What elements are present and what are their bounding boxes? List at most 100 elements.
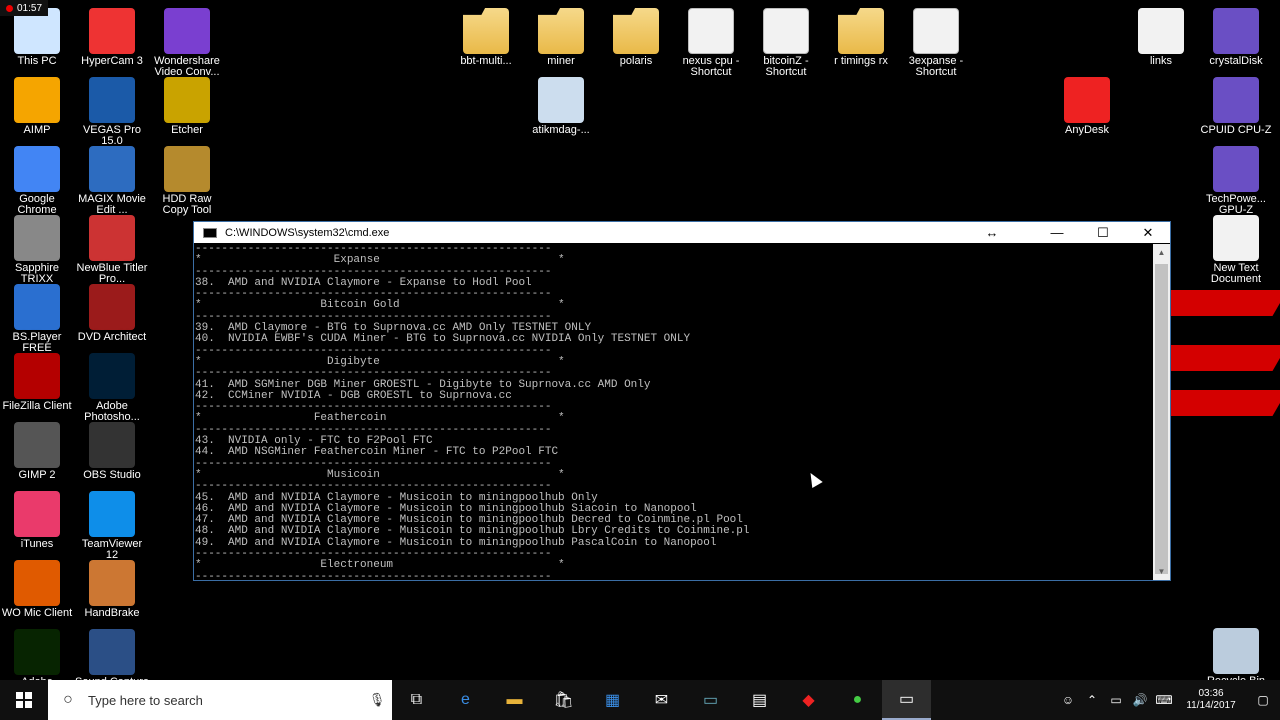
file-explorer-icon[interactable]: ▬ <box>490 680 539 720</box>
desktop-shortcut-label: bbt-multi... <box>460 55 512 67</box>
scroll-thumb[interactable] <box>1155 264 1168 574</box>
desktop-shortcut[interactable]: MAGIX Movie Edit ... <box>75 146 149 216</box>
desktop-shortcut[interactable]: crystalDisk <box>1199 8 1273 67</box>
text-file-icon <box>1213 215 1259 261</box>
desktop-shortcut-label: crystalDisk <box>1209 55 1263 67</box>
desktop-shortcut[interactable]: HyperCam 3 <box>75 8 149 67</box>
notifications-icon[interactable]: ▢ <box>1246 693 1280 707</box>
desktop-shortcut-label: HDD Raw Copy Tool <box>162 193 212 216</box>
minimize-button[interactable]: — <box>1034 222 1080 243</box>
desktop-shortcut[interactable]: bbt-multi... <box>449 8 523 67</box>
scroll-down-icon[interactable]: ▼ <box>1153 563 1170 580</box>
desktop-shortcut[interactable]: links <box>1124 8 1198 67</box>
desktop-shortcut[interactable]: nexus cpu - Shortcut <box>674 8 748 78</box>
keyboard-icon[interactable]: ⌨ <box>1152 693 1176 707</box>
calculator-icon[interactable]: ▤ <box>735 680 784 720</box>
mail-icon[interactable]: ✉ <box>637 680 686 720</box>
desktop-shortcut[interactable]: CPUID CPU-Z <box>1199 77 1273 136</box>
desktop-shortcut[interactable]: Google Chrome <box>0 146 74 216</box>
console-section-header: * Expanse * <box>195 254 565 267</box>
console-output[interactable]: ----------------------------------------… <box>194 244 1153 580</box>
desktop-shortcut-label: AIMP <box>23 124 51 136</box>
desktop-shortcut[interactable]: AIMP <box>0 77 74 136</box>
desktop-shortcut[interactable]: bitcoinZ - Shortcut <box>749 8 823 78</box>
desktop-shortcut[interactable]: DVD Architect <box>75 284 149 343</box>
scroll-up-icon[interactable]: ▲ <box>1153 244 1170 261</box>
app-icon[interactable]: ▦ <box>588 680 637 720</box>
desktop-shortcut-label: CPUID CPU-Z <box>1200 124 1272 136</box>
desktop-shortcut[interactable]: Adobe Photosho... <box>75 353 149 423</box>
desktop-shortcut-label: nexus cpu - Shortcut <box>682 55 740 78</box>
task-view-button[interactable]: ⧉ <box>392 680 441 720</box>
record-dot-icon <box>6 4 13 12</box>
desktop-shortcut-label: AnyDesk <box>1064 124 1110 136</box>
desktop-shortcut[interactable]: This PC <box>0 8 74 67</box>
desktop-shortcut[interactable]: NewBlue Titler Pro... <box>75 215 149 285</box>
desktop-shortcut[interactable]: AnyDesk <box>1050 77 1124 136</box>
network-app-icon[interactable]: ▭ <box>686 680 735 720</box>
gpuz-icon <box>1213 146 1259 192</box>
network-icon[interactable]: ▭ <box>1104 693 1128 707</box>
close-button[interactable]: ✕ <box>1125 222 1171 243</box>
microphone-icon[interactable]: 🎙 <box>362 692 392 708</box>
cmd-taskbar-icon[interactable]: ▭ <box>882 680 931 720</box>
handbrake-icon <box>89 560 135 606</box>
desktop-shortcut[interactable]: r timings rx <box>824 8 898 67</box>
desktop-shortcut[interactable]: VEGAS Pro 15.0 <box>75 77 149 147</box>
edge-icon[interactable]: e <box>441 680 490 720</box>
recording-time: 01:57 <box>17 2 43 14</box>
anydesk-taskbar-icon[interactable]: ◆ <box>784 680 833 720</box>
search-box[interactable]: ○ Type here to search 🎙 <box>48 680 392 720</box>
console-menu-option: 44. AMD NSGMiner Feathercoin Miner - FTC… <box>195 446 559 459</box>
desktop-shortcut-label: iTunes <box>20 538 54 550</box>
desktop-shortcut-label: GIMP 2 <box>18 469 56 481</box>
desktop-shortcut[interactable]: OBS Studio <box>75 422 149 481</box>
chrome-icon <box>14 146 60 192</box>
start-button[interactable] <box>0 680 48 720</box>
console-section-header: * Electroneum * <box>195 559 565 572</box>
desktop-shortcut[interactable]: Etcher <box>150 77 224 136</box>
desktop-shortcut[interactable]: BS.Player FREE <box>0 284 74 354</box>
vertical-scrollbar[interactable]: ▲ ▼ <box>1153 244 1170 580</box>
dreamweaver-icon <box>14 629 60 675</box>
desktop-shortcut[interactable]: HandBrake <box>75 560 149 619</box>
desktop-shortcut-label: links <box>1149 55 1172 67</box>
console-separator: ----------------------------------------… <box>195 480 552 493</box>
folder-icon <box>838 8 884 54</box>
desktop-shortcut-label: Google Chrome <box>17 193 57 216</box>
desktop-shortcut[interactable]: miner <box>524 8 598 67</box>
maximize-button[interactable]: ☐ <box>1080 222 1126 243</box>
desktop-shortcut[interactable]: FileZilla Client <box>0 353 74 412</box>
cmd-window[interactable]: C:\WINDOWS\system32\cmd.exe ↔ — ☐ ✕ ----… <box>193 221 1171 581</box>
desktop-shortcut-label: New Text Document <box>1210 262 1262 285</box>
desktop-shortcut[interactable]: WO Mic Client <box>0 560 74 619</box>
desktop-shortcut-label: NewBlue Titler Pro... <box>76 262 148 285</box>
desktop-shortcut[interactable]: TeamViewer 12 <box>75 491 149 561</box>
windows-icon <box>16 692 32 708</box>
desktop-shortcut[interactable]: atikmdag-... <box>524 77 598 136</box>
desktop-shortcut[interactable]: polaris <box>599 8 673 67</box>
clock-time: 03:36 <box>1198 688 1224 699</box>
people-icon[interactable]: ☺ <box>1056 693 1080 707</box>
trixx-icon <box>14 215 60 261</box>
cmd-titlebar[interactable]: C:\WINDOWS\system32\cmd.exe ↔ — ☐ ✕ <box>194 222 1170 243</box>
desktop-shortcut[interactable]: TechPowe... GPU-Z <box>1199 146 1273 216</box>
desktop-shortcut[interactable]: Recycle Bin <box>1199 628 1273 687</box>
desktop-shortcut[interactable]: 3expanse - Shortcut <box>899 8 973 78</box>
volume-icon[interactable]: 🔊 <box>1128 693 1152 707</box>
desktop-shortcut[interactable]: New Text Document <box>1199 215 1273 285</box>
clock[interactable]: 03:36 11/14/2017 <box>1176 688 1246 712</box>
desktop-shortcut[interactable]: HDD Raw Copy Tool <box>150 146 224 216</box>
desktop-shortcut-label: bitcoinZ - Shortcut <box>763 55 809 78</box>
chevron-up-icon[interactable]: ⌃ <box>1080 693 1104 707</box>
chrome-taskbar-icon[interactable]: ● <box>833 680 882 720</box>
store-icon[interactable]: 🛍 <box>539 680 588 720</box>
video-converter-icon <box>164 8 210 54</box>
desktop-shortcut[interactable]: iTunes <box>0 491 74 550</box>
desktop-shortcut[interactable]: GIMP 2 <box>0 422 74 481</box>
desktop-shortcut[interactable]: Sapphire TRIXX <box>0 215 74 285</box>
desktop-shortcut[interactable]: Wondershare Video Conv... <box>150 8 224 78</box>
desktop-shortcut-label: DVD Architect <box>77 331 147 343</box>
mic-icon <box>14 560 60 606</box>
newblue-icon <box>89 215 135 261</box>
